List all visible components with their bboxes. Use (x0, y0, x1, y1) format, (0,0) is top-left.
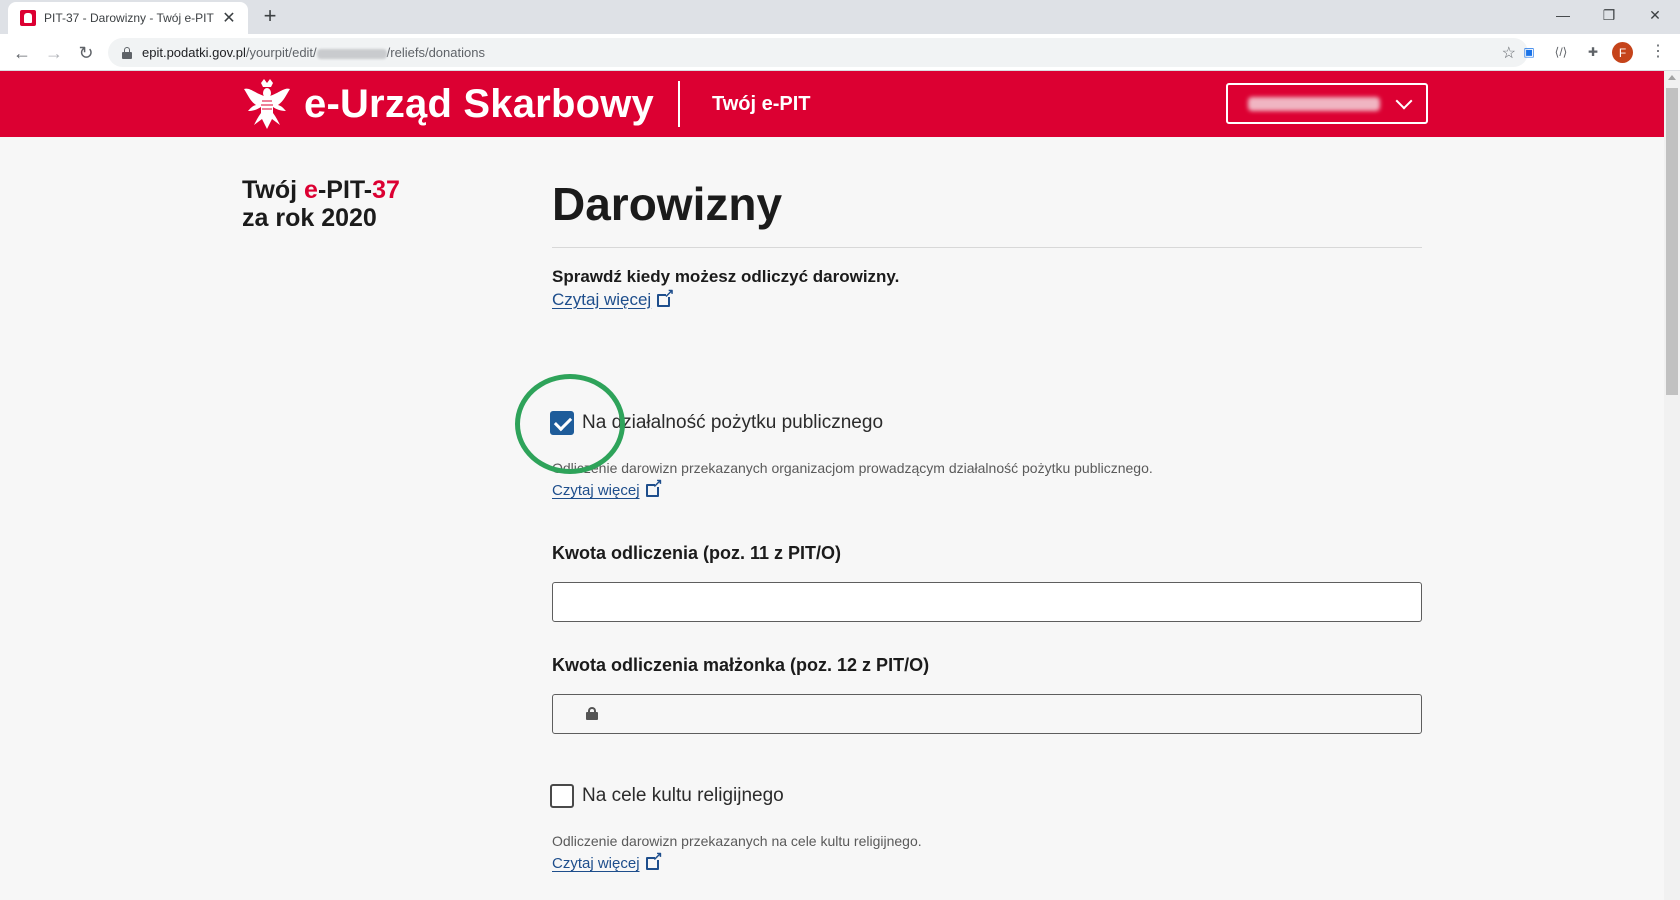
scroll-thumb[interactable] (1666, 88, 1678, 395)
minimize-button[interactable]: — (1540, 0, 1586, 30)
service-name: Twój e-PIT (712, 93, 811, 115)
chevron-down-icon (1395, 92, 1413, 109)
extension-screen-icon[interactable]: ▣ (1520, 43, 1538, 61)
tab-title: PIT-37 - Darowizny - Twój e-PIT (44, 11, 214, 25)
intro-text: Sprawdź kiedy możesz odliczyć darowizny. (552, 267, 900, 286)
browser-tab[interactable]: PIT-37 - Darowizny - Twój e-PIT ✕ (8, 2, 248, 34)
close-window-button[interactable]: ✕ (1632, 0, 1678, 30)
external-link-icon (645, 850, 663, 870)
new-tab-button[interactable]: + (258, 4, 282, 30)
spouse-deduction-amount-label: Kwota odliczenia małżonka (poz. 12 z PIT… (552, 655, 930, 675)
address-bar[interactable]: epit.podatki.gov.pl/yourpit/edit//relief… (108, 38, 1528, 67)
lock-icon (586, 707, 598, 720)
site-header: e-Urząd Skarbowy Twój e-PIT (0, 71, 1664, 137)
header-divider (678, 81, 680, 127)
public-benefit-help-text: Odliczenie darowizn przekazanych organiz… (552, 460, 1153, 476)
profile-avatar[interactable]: F (1612, 42, 1633, 63)
sidebar-form-title: Twój e-PIT-37 za rok 2020 (242, 176, 400, 232)
site-favicon-icon (20, 10, 36, 26)
deduction-amount-label: Kwota odliczenia (poz. 11 z PIT/O) (552, 543, 842, 563)
page-title: Darowizny (552, 178, 783, 230)
back-arrow-icon[interactable]: ← (8, 39, 36, 67)
reload-icon[interactable]: ↻ (72, 39, 100, 67)
deduction-amount-input[interactable] (552, 582, 1422, 622)
url-text: epit.podatki.gov.pl/yourpit/edit//relief… (142, 45, 485, 60)
blurred-url-segment (316, 48, 387, 59)
eagle-emblem-icon (244, 79, 290, 129)
public-benefit-read-more-link[interactable]: Czytaj więcej (552, 477, 663, 499)
browser-tab-bar: PIT-37 - Darowizny - Twój e-PIT ✕ + — ❐ … (0, 0, 1680, 34)
external-link-icon (645, 477, 663, 497)
title-divider (552, 247, 1422, 248)
tab-close-icon[interactable]: ✕ (220, 8, 238, 28)
page-scrollbar[interactable] (1664, 71, 1680, 900)
read-more-link[interactable]: Czytaj więcej (552, 287, 674, 310)
public-benefit-checkbox[interactable] (550, 411, 574, 435)
spouse-deduction-amount-input[interactable] (552, 694, 1422, 734)
browser-toolbar: ← → ↻ epit.podatki.gov.pl/yourpit/edit//… (0, 34, 1680, 71)
account-menu-button[interactable] (1226, 83, 1428, 124)
secure-lock-icon (122, 46, 132, 59)
extensions-puzzle-icon[interactable]: ✚ (1584, 43, 1602, 61)
religious-worship-checkbox[interactable] (550, 784, 574, 808)
religious-worship-help-text: Odliczenie darowizn przekazanych na cele… (552, 833, 922, 849)
external-link-icon (657, 287, 674, 307)
religious-worship-read-more-link[interactable]: Czytaj więcej (552, 850, 663, 872)
bookmark-star-icon[interactable]: ☆ (1502, 43, 1516, 63)
blurred-account-name (1248, 96, 1380, 111)
extension-code-icon[interactable]: ⟨/⟩ (1552, 43, 1570, 61)
restore-button[interactable]: ❐ (1586, 0, 1632, 30)
site-title[interactable]: e-Urząd Skarbowy (304, 81, 654, 127)
forward-arrow-icon[interactable]: → (40, 39, 68, 67)
religious-worship-label[interactable]: Na cele kultu religijnego (582, 785, 784, 807)
public-benefit-label[interactable]: Na działalność pożytku publicznego (582, 412, 883, 434)
scroll-up-arrow-icon[interactable] (1668, 75, 1676, 80)
browser-menu-icon[interactable]: ⋮ (1650, 42, 1666, 62)
